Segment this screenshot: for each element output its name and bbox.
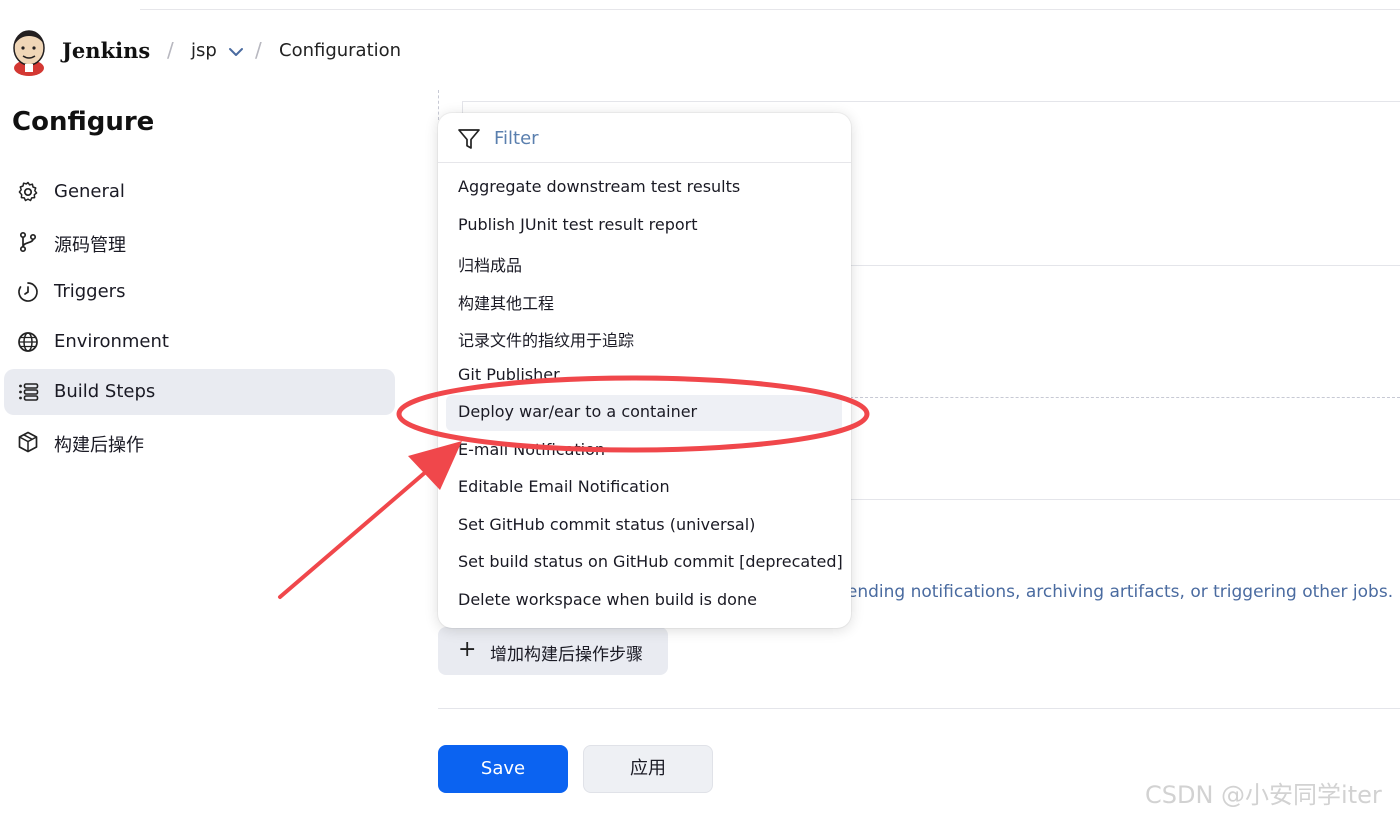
- filter-icon: [458, 129, 480, 149]
- dropdown-option-label: Delete workspace when build is done: [458, 590, 757, 609]
- apply-button[interactable]: 应用: [583, 745, 713, 793]
- section-divider: [850, 499, 1400, 500]
- dropdown-option-label: Aggregate downstream test results: [458, 177, 741, 196]
- branch-icon: [19, 231, 37, 253]
- sidebar-item-label: General: [54, 181, 125, 202]
- chevron-down-icon[interactable]: [227, 44, 245, 58]
- timer-icon: [18, 282, 38, 302]
- dropdown-option-label: 构建其他工程: [458, 294, 555, 313]
- section-panel-border: [462, 101, 1400, 103]
- sidebar-item-label: Build Steps: [54, 381, 156, 402]
- jenkins-logo-icon[interactable]: [10, 28, 48, 76]
- watermark: CSDN @小安同学iter: [1145, 781, 1382, 809]
- breadcrumb-project[interactable]: jsp: [191, 40, 217, 61]
- dropdown-option[interactable]: Git Publisher: [446, 358, 842, 394]
- dropdown-option[interactable]: Delete workspace when build is done: [446, 583, 842, 619]
- dropdown-option-label: Set build status on GitHub commit [depre…: [458, 552, 843, 571]
- header: Jenkins / jsp / Configuration: [0, 24, 700, 80]
- post-build-action-dropdown: Aggregate downstream test results Publis…: [438, 113, 851, 628]
- sidebar-item-post-build[interactable]: 构建后操作: [4, 419, 395, 465]
- filter-input[interactable]: [494, 124, 824, 152]
- sidebar-item-environment[interactable]: Environment: [4, 319, 395, 365]
- sidebar-item-label: Triggers: [54, 281, 126, 302]
- dropdown-option[interactable]: 记录文件的指纹用于追踪: [446, 320, 842, 356]
- sidebar-item-source-control[interactable]: 源码管理: [4, 219, 395, 265]
- post-build-help-text: sending notifications, archiving artifac…: [838, 582, 1394, 602]
- breadcrumb-separator: /: [255, 38, 262, 62]
- breadcrumb-current-page[interactable]: Configuration: [279, 40, 401, 61]
- add-post-build-step-label: 增加构建后操作步骤: [490, 645, 643, 665]
- dropdown-option[interactable]: Publish JUnit test result report: [446, 208, 842, 244]
- dropdown-option-label: 记录文件的指纹用于追踪: [458, 331, 635, 350]
- dropdown-option-label: 归档成品: [458, 256, 523, 275]
- package-icon: [18, 431, 38, 453]
- sidebar-item-label: 源码管理: [54, 235, 126, 256]
- footer-divider: [438, 708, 1400, 709]
- dropdown-option[interactable]: 归档成品: [446, 245, 842, 281]
- add-post-build-step-button[interactable]: + 增加构建后操作步骤: [438, 627, 668, 675]
- section-divider: [850, 397, 1400, 398]
- breadcrumb-separator: /: [167, 38, 174, 62]
- list-icon: [19, 383, 39, 401]
- dropdown-option[interactable]: Set GitHub commit status (universal): [446, 508, 842, 544]
- browser-top-strip: [140, 0, 1400, 10]
- dropdown-option-label: Editable Email Notification: [458, 477, 670, 496]
- section-divider: [850, 265, 1400, 266]
- sidebar-item-general[interactable]: General: [4, 169, 395, 215]
- dropdown-option-label: Set GitHub commit status (universal): [458, 515, 756, 534]
- save-button[interactable]: Save: [438, 745, 568, 793]
- sidebar-item-triggers[interactable]: Triggers: [4, 269, 395, 315]
- dropdown-option-label: Git Publisher: [458, 365, 560, 384]
- filter-row: [438, 113, 851, 163]
- sidebar-item-build-steps[interactable]: Build Steps: [4, 369, 395, 415]
- dropdown-option-label: Deploy war/ear to a container: [458, 402, 698, 421]
- annotation-arrow-shaft: [278, 468, 430, 599]
- plus-icon: +: [458, 637, 477, 662]
- dropdown-option-label: E-mail Notification: [458, 440, 606, 459]
- sidebar-item-label: Environment: [54, 331, 169, 352]
- dropdown-option[interactable]: Editable Email Notification: [446, 470, 842, 506]
- dropdown-option[interactable]: 构建其他工程: [446, 283, 842, 319]
- sidebar-item-label: 构建后操作: [54, 435, 144, 456]
- dropdown-option[interactable]: Aggregate downstream test results: [446, 170, 842, 206]
- globe-icon: [18, 332, 38, 352]
- page-title: Configure: [12, 107, 155, 137]
- brand-name[interactable]: Jenkins: [62, 38, 150, 63]
- dropdown-option-deploy-war[interactable]: Deploy war/ear to a container: [446, 395, 842, 431]
- dropdown-option[interactable]: E-mail Notification: [446, 433, 842, 469]
- dropdown-option[interactable]: Set build status on GitHub commit [depre…: [446, 545, 843, 581]
- gear-icon: [18, 181, 38, 202]
- dropdown-option-label: Publish JUnit test result report: [458, 215, 698, 234]
